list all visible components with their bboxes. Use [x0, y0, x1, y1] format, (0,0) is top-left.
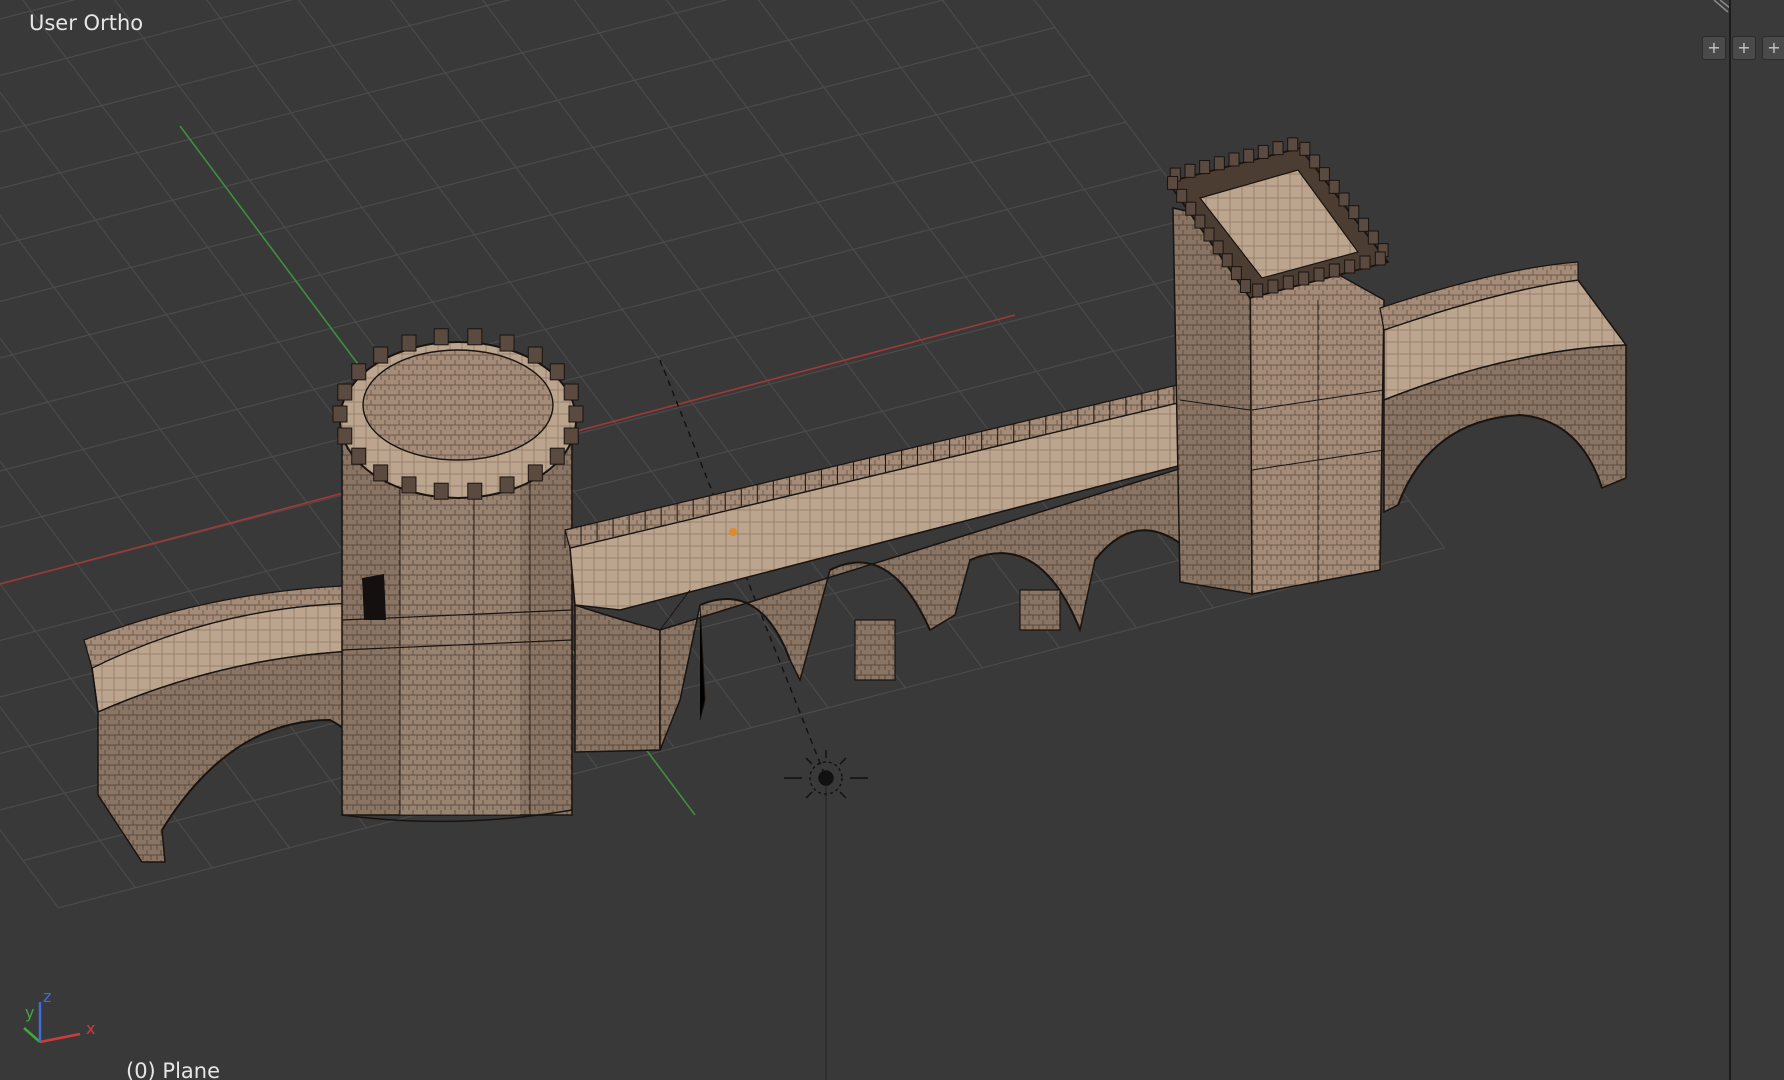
gizmo-x-line: [39, 1032, 81, 1044]
merlon: [1287, 137, 1299, 152]
merlon: [401, 476, 417, 494]
merlon: [467, 482, 483, 500]
merlon: [433, 482, 449, 500]
merlon: [1239, 279, 1251, 294]
merlon: [549, 447, 565, 465]
merlon: [1299, 141, 1311, 156]
gizmo-z-label: z: [43, 990, 51, 1006]
merlon: [351, 447, 367, 465]
merlon: [1374, 251, 1386, 266]
plus-icon[interactable]: +: [1702, 36, 1726, 60]
merlon: [568, 405, 584, 423]
merlon: [499, 334, 515, 352]
merlon: [1213, 156, 1225, 171]
merlon: [1203, 227, 1215, 242]
merlon: [1298, 271, 1310, 286]
merlon: [1257, 144, 1269, 159]
merlon: [337, 383, 353, 401]
merlon: [1338, 192, 1350, 207]
merlon: [351, 363, 367, 381]
merlon: [1184, 163, 1196, 178]
merlon: [433, 328, 449, 346]
active-object-label: (0) Plane: [126, 1059, 221, 1080]
merlon: [1194, 214, 1206, 229]
merlon: [1185, 201, 1197, 216]
viewport-scene[interactable]: [0, 0, 1784, 1080]
merlon: [1313, 267, 1325, 282]
merlon: [1212, 240, 1224, 255]
merlon: [527, 346, 543, 364]
axis-gizmo: x y z: [23, 990, 95, 1044]
merlon: [1328, 179, 1340, 194]
merlon: [1282, 275, 1294, 290]
view-name-label: User Ortho: [29, 11, 144, 35]
round-tower: [332, 328, 584, 823]
merlon: [1318, 167, 1330, 182]
merlon: [373, 464, 389, 482]
plus-icon[interactable]: +: [1762, 36, 1784, 60]
merlon: [527, 464, 543, 482]
merlon: [337, 427, 353, 445]
merlon: [1272, 141, 1284, 156]
plus-icon[interactable]: +: [1732, 36, 1756, 60]
merlon: [1221, 253, 1233, 268]
gizmo-x-label: x: [86, 1019, 95, 1038]
merlon: [373, 346, 389, 364]
merlon: [1348, 205, 1360, 220]
adjacent-area: [1731, 0, 1784, 1080]
merlon: [563, 427, 579, 445]
merlon: [1267, 279, 1279, 294]
merlon: [1344, 259, 1356, 274]
merlon: [1199, 160, 1211, 175]
merlon: [563, 383, 579, 401]
merlon: [1167, 175, 1179, 190]
merlon: [1176, 188, 1188, 203]
merlon: [467, 328, 483, 346]
merlon: [1252, 283, 1264, 298]
merlon: [1367, 230, 1379, 245]
merlon: [332, 405, 348, 423]
merlon: [1309, 154, 1321, 169]
merlon: [401, 334, 417, 352]
merlon: [1359, 255, 1371, 270]
merlon: [1243, 148, 1255, 163]
gizmo-y-label: y: [25, 1003, 34, 1022]
right-ramp: [1379, 261, 1628, 514]
merlon: [1230, 266, 1242, 281]
square-tower: [1166, 137, 1390, 595]
merlon: [549, 363, 565, 381]
merlon: [1358, 217, 1370, 232]
3d-viewport[interactable]: User Ortho (0) Plane x y z + + +: [0, 0, 1784, 1080]
merlon: [499, 476, 515, 494]
gizmo-y-line: [23, 1027, 41, 1043]
merlon: [1328, 263, 1340, 278]
grid-line: [0, 828, 59, 909]
merlon: [1228, 152, 1240, 167]
